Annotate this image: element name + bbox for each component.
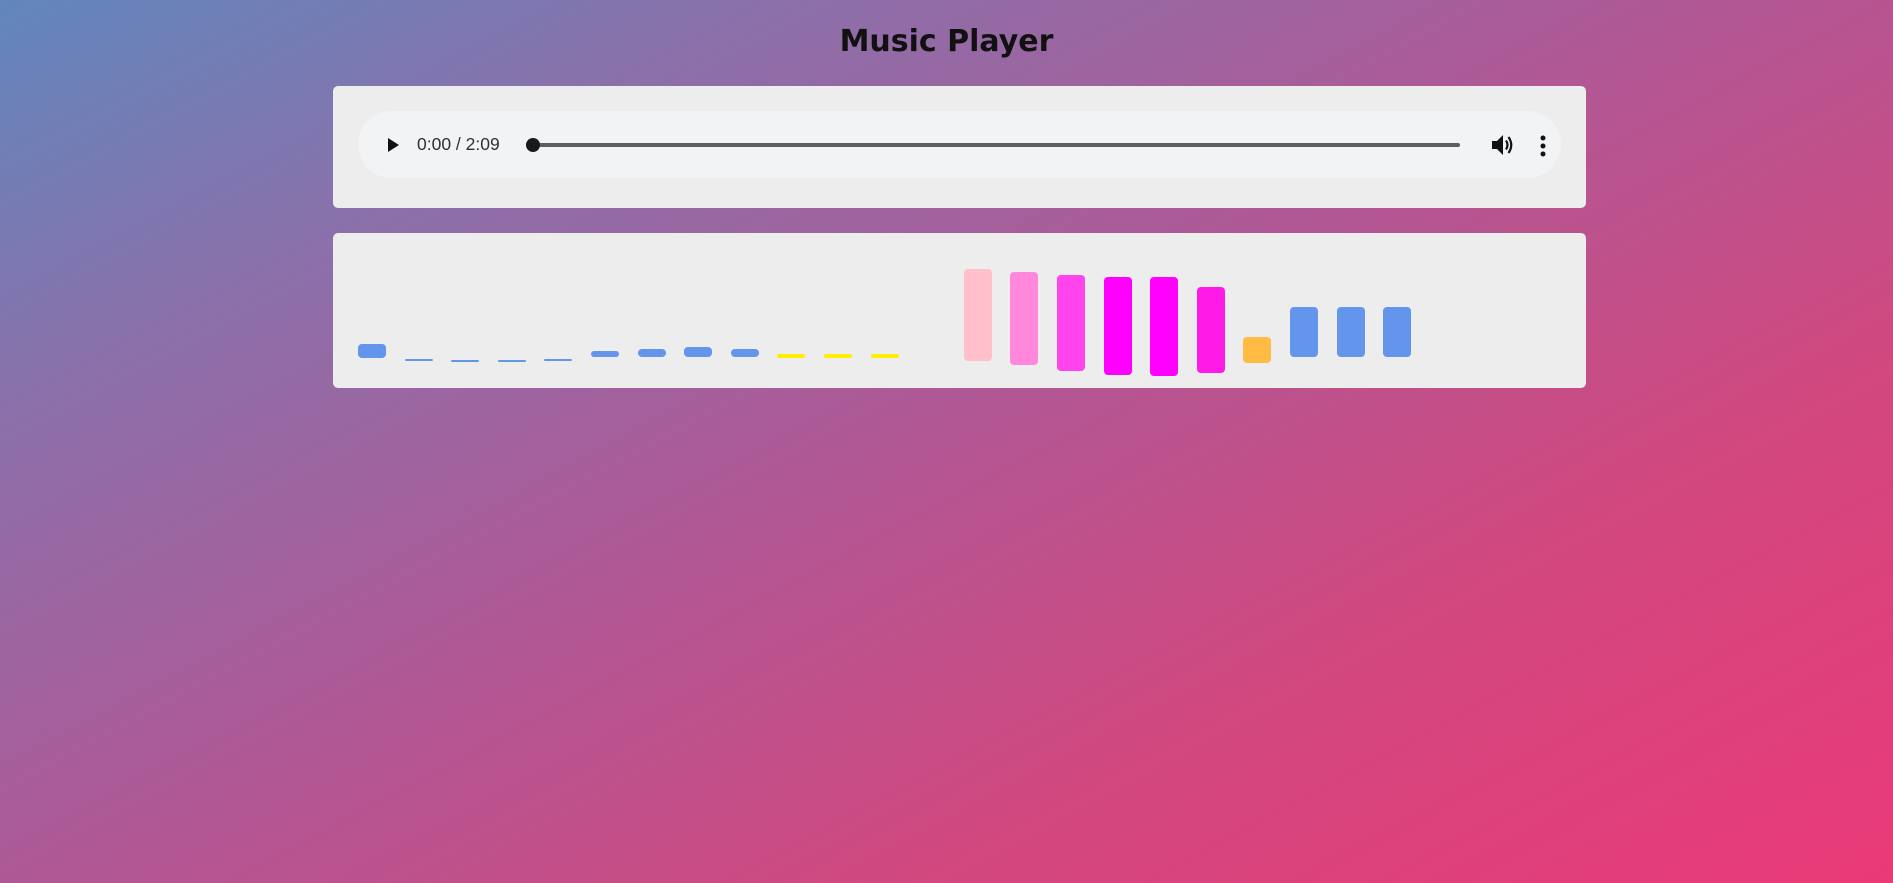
visualizer-bar (684, 347, 713, 357)
visualizer-bar (1243, 337, 1272, 363)
seek-track (526, 143, 1460, 147)
visualizer-bar (497, 360, 526, 362)
visualizer-bar (963, 269, 992, 361)
volume-button[interactable] (1488, 130, 1518, 160)
seek-thumb[interactable] (526, 138, 540, 152)
visualizer-bar (1383, 307, 1412, 357)
time-display: 0:00 / 2:09 (417, 134, 500, 154)
visualizer-bar (870, 354, 899, 358)
play-button[interactable] (377, 129, 409, 161)
visualizer-bar (451, 360, 480, 362)
visualizer-bar (637, 349, 666, 357)
more-vertical-icon (1540, 135, 1546, 157)
visualizer-bar (1336, 307, 1365, 357)
visualizer-bar (777, 354, 806, 358)
visualizer-bar (1057, 275, 1085, 371)
visualizer-bar (1010, 272, 1039, 365)
visualizer-bar (358, 344, 386, 358)
play-icon (388, 138, 399, 152)
visualizer-bar (1103, 277, 1132, 375)
visualizer-panel (333, 233, 1586, 388)
page-title: Music Player (839, 24, 1054, 59)
seek-slider[interactable] (526, 138, 1460, 152)
visualizer-bar (1290, 307, 1318, 357)
audio-player[interactable]: 0:00 / 2:09 (358, 111, 1561, 178)
visualizer-bar (824, 354, 852, 358)
visualizer-bar (1150, 277, 1179, 376)
visualizer-bar (544, 359, 573, 361)
visualizer-bars (333, 233, 1586, 388)
visualizer-bar (591, 351, 619, 357)
more-options-button[interactable] (1531, 130, 1555, 160)
visualizer-bar (730, 349, 759, 357)
audio-player-panel: 0:00 / 2:09 (333, 86, 1586, 208)
visualizer-bar (1196, 287, 1225, 373)
volume-icon (1492, 135, 1513, 155)
visualizer-bar (404, 359, 433, 361)
